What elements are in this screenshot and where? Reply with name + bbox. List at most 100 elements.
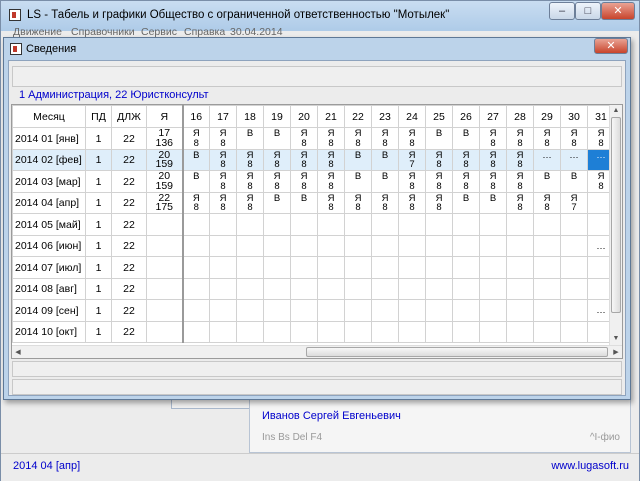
day-cell[interactable]: [263, 213, 291, 236]
day-cell[interactable]: [398, 320, 426, 343]
column-header[interactable]: Месяц: [12, 105, 86, 128]
day-cell[interactable]: [560, 277, 588, 300]
day-cell[interactable]: [452, 299, 480, 322]
day-cell[interactable]: Я8: [344, 191, 372, 214]
day-cell[interactable]: В: [236, 127, 264, 150]
day-cell[interactable]: В: [560, 170, 588, 193]
day-cell[interactable]: Я8: [209, 191, 237, 214]
day-cell[interactable]: [371, 256, 399, 279]
month-cell[interactable]: 2014 03 [мар]: [12, 170, 86, 193]
day-cell[interactable]: [344, 234, 372, 257]
day-cell[interactable]: Я8: [506, 127, 534, 150]
day-cell[interactable]: В: [263, 127, 291, 150]
day-cell[interactable]: Я8: [236, 170, 264, 193]
column-header[interactable]: 23: [371, 105, 399, 128]
day-cell[interactable]: Я8: [371, 127, 399, 150]
close-button[interactable]: ✕: [601, 2, 635, 20]
day-cell[interactable]: Я8: [425, 191, 453, 214]
day-cell[interactable]: [236, 256, 264, 279]
ya-total-cell[interactable]: 20 159: [146, 170, 184, 193]
day-cell[interactable]: Я8: [425, 148, 453, 171]
day-cell[interactable]: [479, 299, 507, 322]
day-cell[interactable]: [506, 277, 534, 300]
day-cell[interactable]: Я8: [479, 148, 507, 171]
day-cell[interactable]: [425, 234, 453, 257]
day-cell[interactable]: Я8: [425, 170, 453, 193]
ya-total-cell[interactable]: 20 159: [146, 148, 184, 171]
day-cell[interactable]: [371, 320, 399, 343]
day-cell[interactable]: [344, 277, 372, 300]
dlzh-cell[interactable]: 22: [111, 277, 147, 300]
day-cell[interactable]: …: [533, 148, 561, 171]
day-cell[interactable]: [317, 234, 345, 257]
dlzh-cell[interactable]: 22: [111, 234, 147, 257]
column-header[interactable]: 21: [317, 105, 345, 128]
day-cell[interactable]: [371, 213, 399, 236]
day-cell[interactable]: Я8: [209, 127, 237, 150]
day-cell[interactable]: [209, 256, 237, 279]
column-header[interactable]: 20: [290, 105, 318, 128]
timesheet-grid[interactable]: Месяц ПД ДЛЖ Я 16 17 18 19 20 21 22 23 24 25 26 27 28 29 3…: [11, 104, 623, 359]
day-cell[interactable]: Я7: [398, 148, 426, 171]
day-cell[interactable]: [533, 277, 561, 300]
maximize-button[interactable]: □: [575, 2, 601, 20]
month-cell[interactable]: 2014 10 [окт]: [12, 320, 86, 343]
day-cell[interactable]: Я8: [290, 127, 318, 150]
ya-total-cell[interactable]: [146, 277, 184, 300]
column-header[interactable]: ДЛЖ: [111, 105, 147, 128]
day-cell[interactable]: [344, 299, 372, 322]
day-cell[interactable]: [398, 299, 426, 322]
day-cell[interactable]: В: [452, 127, 480, 150]
day-cell[interactable]: [371, 299, 399, 322]
day-cell[interactable]: [236, 234, 264, 257]
vertical-scrollbar[interactable]: ▲ ▼: [609, 105, 622, 345]
day-cell[interactable]: [479, 277, 507, 300]
day-cell[interactable]: [182, 277, 210, 300]
dlzh-cell[interactable]: 22: [111, 213, 147, 236]
day-cell[interactable]: [290, 256, 318, 279]
day-cell[interactable]: [425, 299, 453, 322]
day-cell[interactable]: [182, 320, 210, 343]
day-cell[interactable]: [263, 234, 291, 257]
day-cell[interactable]: [425, 213, 453, 236]
day-cell[interactable]: Я8: [533, 191, 561, 214]
day-cell[interactable]: Я8: [533, 127, 561, 150]
day-cell[interactable]: Я8: [398, 170, 426, 193]
day-cell[interactable]: Я8: [452, 148, 480, 171]
day-cell[interactable]: [317, 213, 345, 236]
dlzh-cell[interactable]: 22: [111, 256, 147, 279]
day-cell[interactable]: …: [560, 148, 588, 171]
day-cell[interactable]: [560, 234, 588, 257]
day-cell[interactable]: [398, 234, 426, 257]
day-cell[interactable]: В: [371, 148, 399, 171]
minimize-button[interactable]: –: [549, 2, 575, 20]
column-header[interactable]: 18: [236, 105, 264, 128]
pd-cell[interactable]: 1: [85, 170, 112, 193]
ya-total-cell[interactable]: [146, 256, 184, 279]
day-cell[interactable]: Я8: [182, 191, 210, 214]
day-cell[interactable]: [290, 299, 318, 322]
scroll-up-icon[interactable]: ▲: [610, 105, 622, 116]
day-cell[interactable]: [452, 256, 480, 279]
day-cell[interactable]: [560, 213, 588, 236]
day-cell[interactable]: [263, 277, 291, 300]
day-cell[interactable]: [398, 277, 426, 300]
pd-cell[interactable]: 1: [85, 191, 112, 214]
day-cell[interactable]: В: [452, 191, 480, 214]
day-cell[interactable]: Я8: [371, 191, 399, 214]
scroll-left-icon[interactable]: ◀: [12, 347, 24, 358]
day-cell[interactable]: В: [344, 148, 372, 171]
day-cell[interactable]: Я8: [506, 170, 534, 193]
day-cell[interactable]: [506, 320, 534, 343]
day-cell[interactable]: В: [479, 191, 507, 214]
day-cell[interactable]: Я8: [398, 127, 426, 150]
vertical-scroll-thumb[interactable]: [611, 117, 621, 313]
day-cell[interactable]: В: [371, 170, 399, 193]
day-cell[interactable]: Я8: [290, 170, 318, 193]
table-row[interactable]: 2014 07 [июл] 1 22: [12, 256, 615, 279]
day-cell[interactable]: [560, 256, 588, 279]
pd-cell[interactable]: 1: [85, 234, 112, 257]
day-cell[interactable]: [398, 256, 426, 279]
table-row[interactable]: 2014 10 [окт] 1 22: [12, 320, 615, 343]
day-cell[interactable]: Я8: [236, 191, 264, 214]
